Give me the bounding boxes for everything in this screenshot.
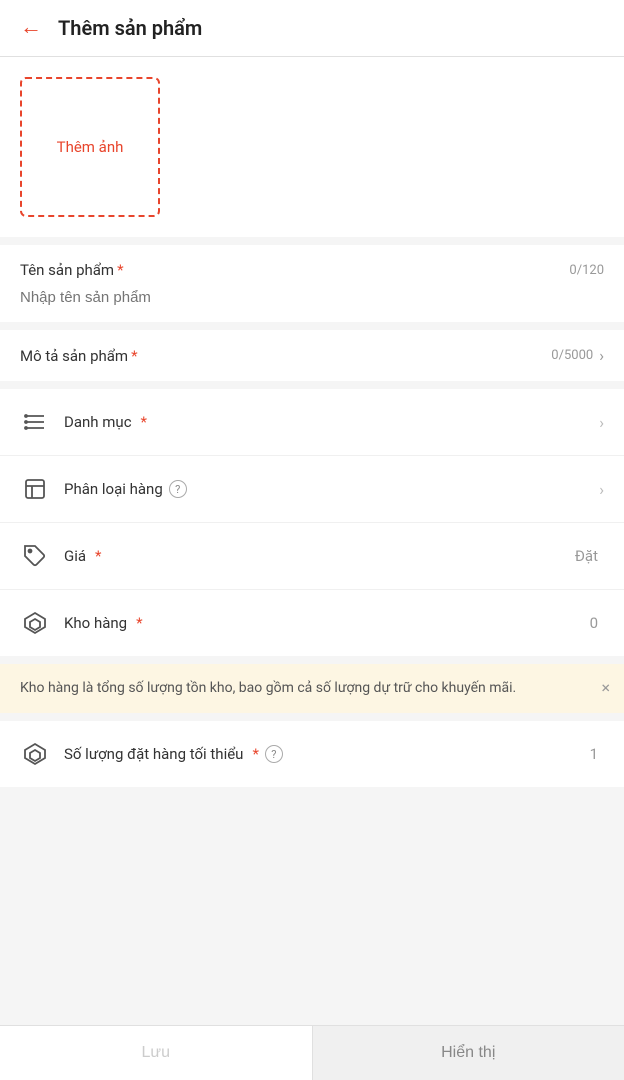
price-label: Giá * [64, 547, 575, 565]
product-name-input[interactable] [20, 289, 604, 306]
inventory-info-box: Kho hàng là tổng số lượng tồn kho, bao g… [0, 664, 624, 713]
min-order-info-icon[interactable]: ? [265, 745, 283, 763]
classification-icon [20, 474, 50, 504]
min-order-section: Số lượng đặt hàng tối thiểu * ? 1 [0, 721, 624, 787]
page-title: Thêm sản phẩm [58, 16, 202, 40]
classification-info-icon[interactable]: ? [169, 480, 187, 498]
add-image-label: Thêm ảnh [57, 138, 124, 156]
min-order-value: 1 [590, 745, 598, 763]
inventory-item[interactable]: Kho hàng * 0 [0, 590, 624, 656]
inventory-value: 0 [590, 614, 598, 632]
image-section: Thêm ảnh [0, 57, 624, 237]
menu-list: Danh mục * › Phân loại hàng ? › Giá * [0, 389, 624, 656]
save-button[interactable]: Lưu [0, 1026, 313, 1080]
description-label: Mô tả sản phẩm* [20, 347, 138, 365]
product-name-section: Tên sản phẩm* 0/120 [0, 245, 624, 322]
inventory-icon [20, 608, 50, 638]
min-order-label: Số lượng đặt hàng tối thiểu * ? [64, 745, 590, 763]
inventory-label: Kho hàng * [64, 614, 590, 632]
inventory-info-text: Kho hàng là tổng số lượng tồn kho, bao g… [20, 680, 516, 696]
info-box-close-button[interactable]: × [601, 676, 610, 700]
classification-chevron-icon: › [599, 480, 604, 499]
category-label: Danh mục * [64, 413, 599, 431]
classification-label: Phân loại hàng ? [64, 480, 599, 498]
price-value: Đặt [575, 547, 598, 565]
price-icon [20, 541, 50, 571]
category-chevron-icon: › [599, 413, 604, 432]
description-left: Mô tả sản phẩm* [20, 347, 138, 365]
display-button[interactable]: Hiển thị [313, 1026, 624, 1080]
bottom-bar: Lưu Hiển thị [0, 1025, 624, 1080]
product-name-count: 0/120 [569, 263, 604, 278]
required-star: * [117, 261, 123, 279]
min-order-item[interactable]: Số lượng đặt hàng tối thiểu * ? 1 [0, 721, 624, 787]
desc-required-star: * [131, 347, 137, 365]
product-name-label: Tên sản phẩm* [20, 261, 124, 279]
description-right: 0/5000 › [551, 346, 604, 365]
description-section[interactable]: Mô tả sản phẩm* 0/5000 › [0, 330, 624, 381]
back-button[interactable]: ← [20, 17, 42, 39]
description-count: 0/5000 [551, 348, 593, 363]
price-item[interactable]: Giá * Đặt [0, 523, 624, 590]
header: ← Thêm sản phẩm [0, 0, 624, 57]
add-image-button[interactable]: Thêm ảnh [20, 77, 160, 217]
classification-item[interactable]: Phân loại hàng ? › [0, 456, 624, 523]
category-icon [20, 407, 50, 437]
category-item[interactable]: Danh mục * › [0, 389, 624, 456]
min-order-icon [20, 739, 50, 769]
description-chevron-icon: › [599, 346, 604, 365]
product-name-header: Tên sản phẩm* 0/120 [20, 261, 604, 279]
